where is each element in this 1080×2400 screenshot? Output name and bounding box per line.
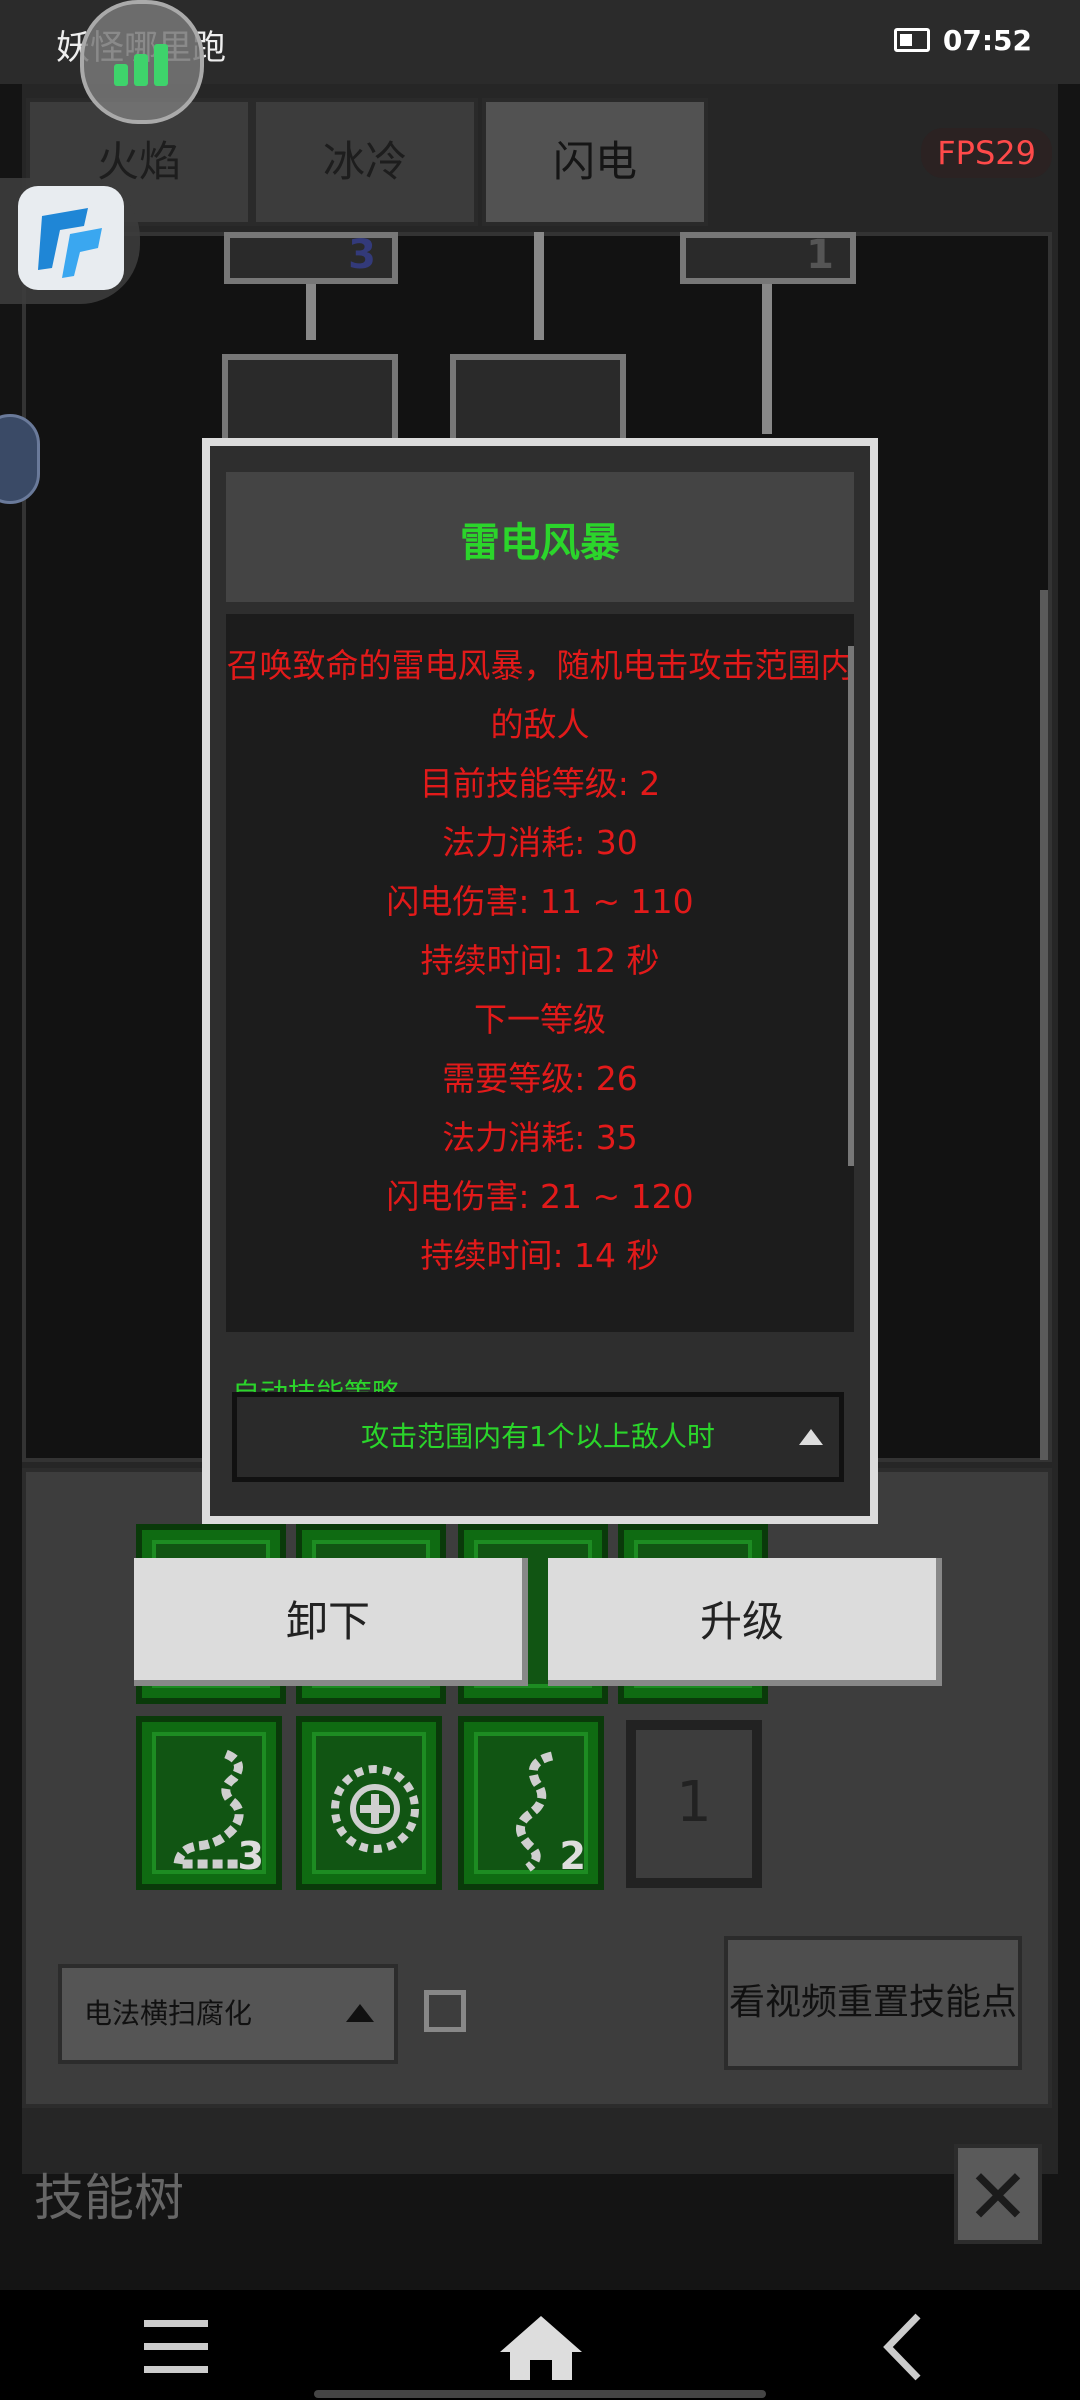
clock: 07:52 bbox=[942, 24, 1032, 57]
close-button[interactable]: ✕ bbox=[954, 2144, 1042, 2244]
unequip-button[interactable]: 卸下 bbox=[134, 1558, 528, 1686]
current-level: 目前技能等级: 2 bbox=[419, 764, 661, 803]
tree-node[interactable] bbox=[222, 354, 398, 444]
close-icon: ✕ bbox=[966, 2152, 1030, 2241]
slot-level: 3 bbox=[237, 1834, 264, 1878]
equipped-skill-slot[interactable] bbox=[296, 1716, 442, 1890]
duration: 持续时间: 12 秒 bbox=[420, 941, 660, 980]
caret-up-icon bbox=[799, 1429, 823, 1445]
caret-up-icon bbox=[346, 2004, 374, 2022]
auto-strategy-select[interactable]: 攻击范围内有1个以上敌人时 bbox=[232, 1392, 844, 1482]
page-title: 技能树 bbox=[34, 2169, 184, 2227]
description-line: 召唤致命的雷电风暴，随机电击攻击范围内 bbox=[226, 646, 854, 685]
description-line: 的敌人 bbox=[490, 705, 590, 744]
tree-node[interactable] bbox=[450, 354, 626, 444]
skill-name: 雷电风暴 bbox=[460, 520, 620, 566]
equipped-skill-slot[interactable]: 2 bbox=[458, 1716, 604, 1890]
tree-node[interactable]: 3 bbox=[224, 232, 398, 284]
tree-connector bbox=[306, 284, 316, 340]
modal-title-bar: 雷电风暴 bbox=[226, 472, 854, 602]
floating-app-icon[interactable] bbox=[18, 186, 124, 290]
skill-description[interactable]: 召唤致命的雷电风暴，随机电击攻击范围内 的敌人 目前技能等级: 2 法力消耗: … bbox=[226, 614, 854, 1332]
reset-skill-points-button[interactable]: 看视频重置技能点 bbox=[724, 1936, 1022, 2070]
upgrade-button[interactable]: 升级 bbox=[548, 1558, 942, 1686]
tree-node-count: 3 bbox=[348, 232, 376, 278]
home-icon[interactable] bbox=[496, 2312, 586, 2382]
strategy-select[interactable]: 电法横扫腐化 bbox=[58, 1964, 398, 2064]
required-level: 需要等级: 26 bbox=[442, 1059, 638, 1098]
tree-node[interactable]: 1 bbox=[680, 232, 856, 284]
skill-points-count: 1 bbox=[676, 1770, 712, 1835]
tree-scrollbar[interactable] bbox=[1040, 590, 1048, 1460]
lightning-damage: 闪电伤害: 11 ~ 110 bbox=[386, 882, 694, 921]
skill-detail-modal: 雷电风暴 召唤致命的雷电风暴，随机电击攻击范围内 的敌人 目前技能等级: 2 法… bbox=[202, 438, 878, 1524]
home-indicator bbox=[314, 2390, 766, 2398]
back-icon[interactable] bbox=[862, 2312, 952, 2382]
tree-connector bbox=[762, 284, 772, 434]
next-level-heading: 下一等级 bbox=[474, 1000, 606, 1039]
tab-lightning[interactable]: 闪电 bbox=[482, 98, 708, 226]
rune-circle-icon bbox=[331, 1765, 419, 1853]
tree-node-count: 1 bbox=[806, 232, 834, 278]
description-scrollbar[interactable] bbox=[848, 646, 854, 1166]
next-duration: 持续时间: 14 秒 bbox=[420, 1236, 660, 1275]
slot-level: 2 bbox=[559, 1834, 586, 1878]
strategy-select-value: 电法横扫腐化 bbox=[84, 1997, 253, 2030]
tree-connector bbox=[534, 232, 544, 340]
skill-points-slot: 1 bbox=[626, 1720, 762, 1888]
mana-cost: 法力消耗: 30 bbox=[442, 823, 638, 862]
edit-icon[interactable] bbox=[424, 1990, 466, 2032]
tab-ice[interactable]: 冰冷 bbox=[252, 98, 478, 226]
floating-indicator[interactable] bbox=[0, 414, 40, 504]
battery-icon bbox=[894, 28, 930, 52]
fps-counter: FPS29 bbox=[921, 128, 1052, 178]
menu-icon[interactable] bbox=[134, 2312, 224, 2382]
equipped-skill-slot[interactable]: 3 bbox=[136, 1716, 282, 1890]
auto-strategy-value: 攻击范围内有1个以上敌人时 bbox=[361, 1420, 715, 1453]
next-mana-cost: 法力消耗: 35 bbox=[442, 1118, 638, 1157]
signal-bars-icon[interactable] bbox=[80, 0, 204, 124]
next-lightning-damage: 闪电伤害: 21 ~ 120 bbox=[386, 1177, 694, 1216]
